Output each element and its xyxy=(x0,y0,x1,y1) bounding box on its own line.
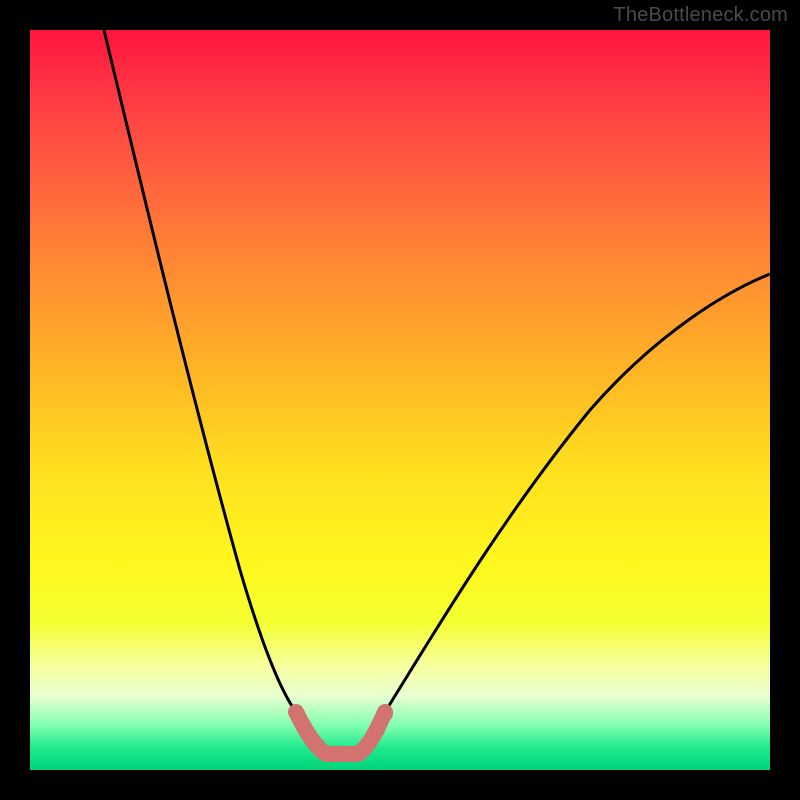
chart-frame: TheBottleneck.com xyxy=(0,0,800,800)
watermark-text: TheBottleneck.com xyxy=(613,4,788,27)
plot-area xyxy=(30,30,770,770)
curve-left-descending xyxy=(104,30,296,712)
curve-layer xyxy=(30,30,770,770)
curve-right-ascending xyxy=(385,274,770,712)
